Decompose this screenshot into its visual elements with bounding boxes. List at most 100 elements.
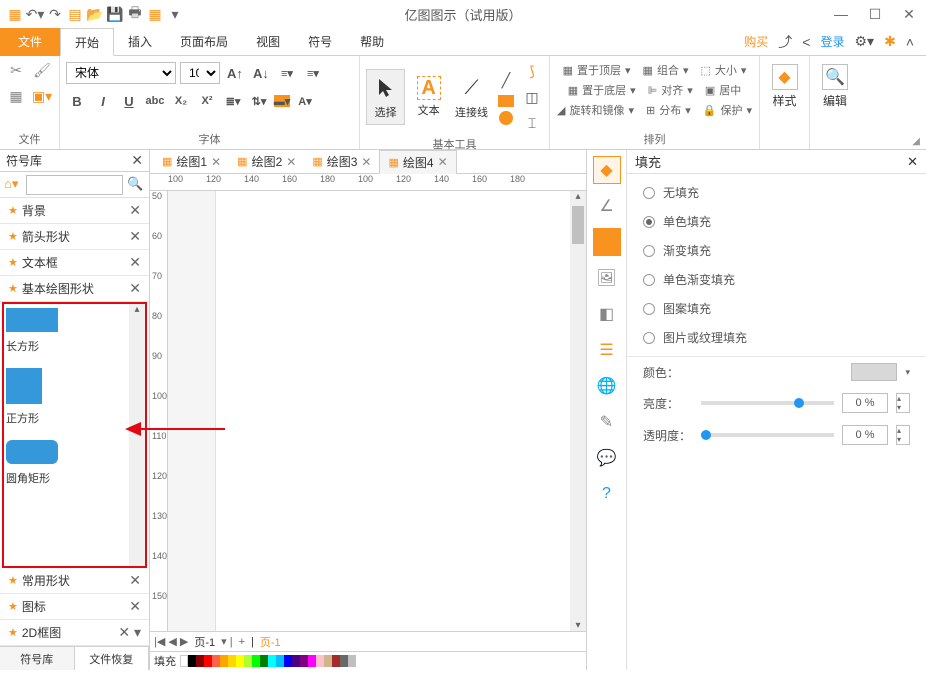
align-top-icon[interactable]: ≡▾ xyxy=(302,62,324,84)
brush-icon[interactable]: 🖌 xyxy=(32,60,52,80)
tab-file-recovery[interactable]: 文件恢复 xyxy=(75,647,150,670)
print-icon[interactable]: 🖶 xyxy=(126,5,144,23)
bring-front-button[interactable]: ▦ 置于顶层 ▾ xyxy=(563,62,631,78)
opacity-spinner[interactable]: ▴▾ xyxy=(896,425,910,445)
text-frame-icon[interactable]: ⌶ xyxy=(521,112,543,134)
close-window-icon[interactable]: ✕ xyxy=(892,2,926,26)
opt-pattern[interactable]: 图案填充 xyxy=(643,300,910,317)
opacity-value[interactable]: 0 % xyxy=(842,425,888,445)
rotate-button[interactable]: ◢ 旋转和镜像 ▾ xyxy=(557,102,634,118)
ellipse-tool-icon[interactable] xyxy=(499,111,513,125)
edit-tab-icon[interactable]: ✎ xyxy=(593,408,621,436)
strikethrough-icon[interactable]: abc xyxy=(144,90,166,112)
file-menu[interactable]: 文件 xyxy=(0,28,60,56)
brightness-value[interactable]: 0 % xyxy=(842,393,888,413)
menu-insert[interactable]: 插入 xyxy=(114,28,166,56)
collapse-ribbon-icon[interactable]: ˄ xyxy=(906,34,914,50)
bullets-icon[interactable]: ≣▾ xyxy=(222,90,244,112)
search-input[interactable] xyxy=(26,175,123,195)
opt-gradient[interactable]: 渐变填充 xyxy=(643,242,910,259)
page-nav[interactable]: |◀ ◀ ▶ xyxy=(154,635,188,648)
text-tool[interactable]: A 文本 xyxy=(409,72,448,122)
doc-tab-3[interactable]: ▦绘图3✕ xyxy=(304,150,379,173)
category-common[interactable]: ★常用形状✕ xyxy=(0,568,149,594)
sidebar-close-icon[interactable]: ✕ xyxy=(131,152,143,169)
color-swatch[interactable] xyxy=(851,363,897,381)
opt-picture[interactable]: 图片或纹理填充 xyxy=(643,329,910,346)
page-tab[interactable]: 页-1 xyxy=(260,634,281,650)
network-icon[interactable]: < xyxy=(802,34,810,50)
redo-icon[interactable]: ↷ xyxy=(46,5,64,23)
tab-symbol-library[interactable]: 符号库 xyxy=(0,647,75,670)
category-icons[interactable]: ★图标✕ xyxy=(0,594,149,620)
crop-tool-icon[interactable]: ◫ xyxy=(521,86,543,108)
buy-link[interactable]: 购买 xyxy=(744,33,768,50)
bold-icon[interactable]: B xyxy=(66,90,88,112)
highlight-icon[interactable]: ▬▾ xyxy=(274,95,290,107)
doc-tab-2[interactable]: ▦绘图2✕ xyxy=(229,150,304,173)
shape-item-rectangle[interactable]: 长方形 xyxy=(6,308,143,354)
doc-tab-4[interactable]: ▦绘图4✕ xyxy=(379,150,456,175)
export-icon[interactable]: ▦ xyxy=(146,5,164,23)
category-basic-shapes[interactable]: ★基本绘图形状✕ xyxy=(0,276,149,302)
shape-fill-icon[interactable] xyxy=(593,228,621,256)
add-page-button[interactable]: + xyxy=(239,636,245,648)
distribute-button[interactable]: ⊞ 分布 ▾ xyxy=(646,102,691,118)
comment-tab-icon[interactable]: 💬 xyxy=(593,444,621,472)
login-link[interactable]: 登录 xyxy=(820,33,844,50)
canvas-vscrollbar[interactable]: ▴▾ xyxy=(570,191,586,631)
opacity-slider[interactable] xyxy=(701,433,834,437)
new-doc-icon[interactable]: ▤ xyxy=(66,5,84,23)
doc-tab-1[interactable]: ▦绘图1✕ xyxy=(154,150,229,173)
home-icon[interactable]: ⌂▾ xyxy=(4,176,22,194)
gear-icon[interactable]: ⚙▾ xyxy=(855,33,875,50)
open-icon[interactable]: 📂 xyxy=(86,5,104,23)
category-background[interactable]: ★背景✕ xyxy=(0,198,149,224)
select-tool[interactable]: 选择 xyxy=(366,69,405,125)
save-icon[interactable]: 💾 xyxy=(106,5,124,23)
category-2dframe[interactable]: ★2D框图✕ ▾ xyxy=(0,620,149,646)
group-button[interactable]: ▦ 组合 ▾ xyxy=(643,62,689,78)
text-tab-icon[interactable]: ☰ xyxy=(593,336,621,364)
color-swatches[interactable] xyxy=(180,655,356,667)
image-tab-icon[interactable]: 🖼 xyxy=(593,264,621,292)
menu-help[interactable]: 帮助 xyxy=(346,28,398,56)
shape-item-rounded-rect[interactable]: 圆角矩形 xyxy=(6,440,143,486)
italic-icon[interactable]: I xyxy=(92,90,114,112)
menu-pagelayout[interactable]: 页面布局 xyxy=(166,28,242,56)
align-button[interactable]: ⊫ 对齐 ▾ xyxy=(648,82,693,98)
arc-tool-icon[interactable]: ⟆ xyxy=(521,60,543,82)
ribbon-launcher-icon[interactable]: ◢ xyxy=(912,136,920,147)
page-selector[interactable]: 页-1 xyxy=(194,634,215,650)
paste-icon[interactable]: ✂ xyxy=(6,60,26,80)
grow-font-icon[interactable]: A↑ xyxy=(224,62,246,84)
maximize-window-icon[interactable]: ☐ xyxy=(858,2,892,26)
menu-view[interactable]: 视图 xyxy=(242,28,294,56)
shapes-scrollbar[interactable]: ▴ xyxy=(129,304,145,566)
drawing-canvas[interactable]: ▴▾ xyxy=(168,191,586,631)
shape-item-square[interactable]: 正方形 xyxy=(6,368,143,426)
layers-tab-icon[interactable]: 🌐 xyxy=(593,372,621,400)
search-icon[interactable]: 🔍 xyxy=(127,176,145,194)
shadow-tab-icon[interactable]: ◧ xyxy=(593,300,621,328)
menu-symbols[interactable]: 符号 xyxy=(294,28,346,56)
brightness-spinner[interactable]: ▴▾ xyxy=(896,393,910,413)
opt-mono-gradient[interactable]: 单色渐变填充 xyxy=(643,271,910,288)
fill-panel-close-icon[interactable]: ✕ xyxy=(907,154,918,170)
share-icon[interactable]: ⤴ xyxy=(778,32,792,52)
shrink-font-icon[interactable]: A↓ xyxy=(250,62,272,84)
send-back-button[interactable]: ▦ 置于底层 ▾ xyxy=(568,82,636,98)
fill-tab-icon[interactable]: ◆ xyxy=(593,156,621,184)
clipboard-icon[interactable]: ▣▾ xyxy=(32,86,52,106)
style-button[interactable]: ◆ 样式 xyxy=(766,60,804,113)
center-button[interactable]: ▣ 居中 xyxy=(705,82,741,98)
protect-button[interactable]: 🔒 保护 ▾ xyxy=(703,102,752,118)
edit-button[interactable]: 🔍 编辑 xyxy=(816,60,854,113)
copy-icon[interactable]: ▦ xyxy=(6,86,26,106)
font-name-select[interactable]: 宋体 xyxy=(66,62,176,84)
align-left-icon[interactable]: ≡▾ xyxy=(276,62,298,84)
opt-nofill[interactable]: 无填充 xyxy=(643,184,910,201)
superscript-icon[interactable]: X² xyxy=(196,90,218,112)
help-tab-icon[interactable]: ? xyxy=(593,480,621,508)
qat-menu-icon[interactable]: ▾ xyxy=(166,5,184,23)
